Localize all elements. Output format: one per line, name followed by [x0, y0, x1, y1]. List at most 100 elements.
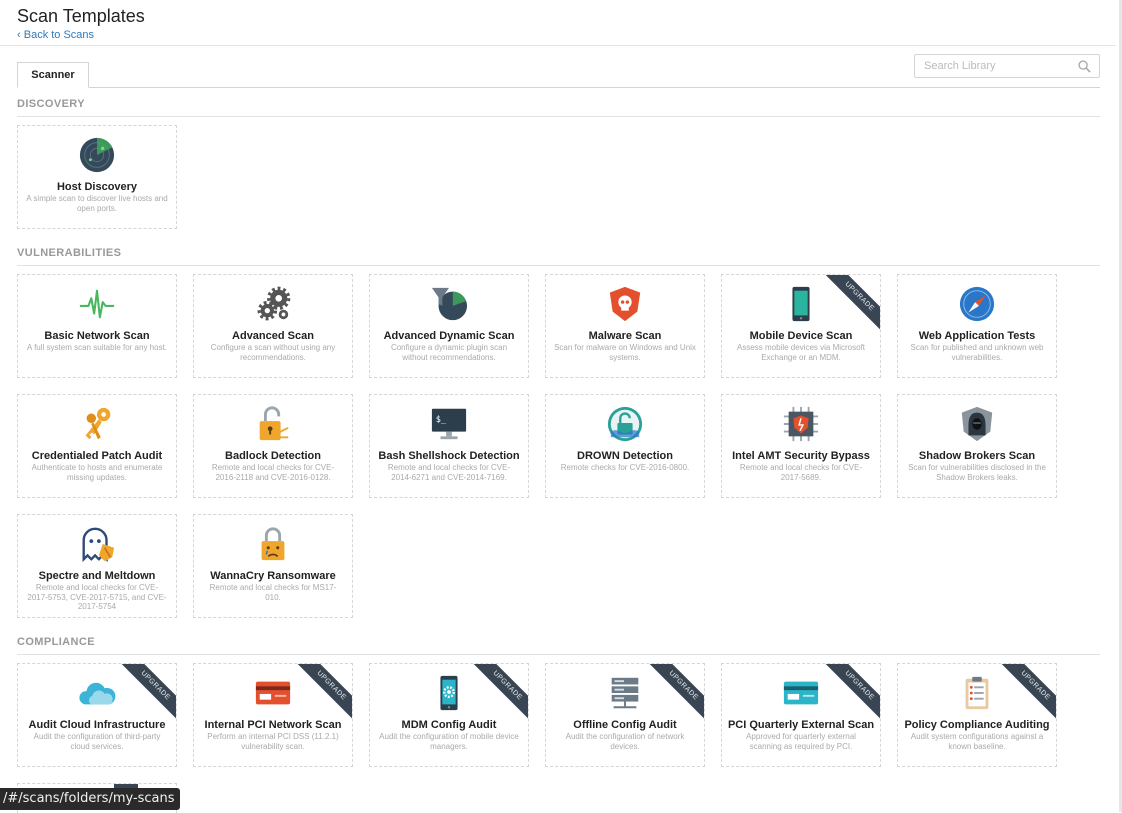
- ghost-shield-icon: [78, 525, 116, 563]
- template-card-web-application-tests[interactable]: Web Application Tests Scan for published…: [897, 274, 1057, 378]
- card-description: Audit the configuration of mobile device…: [379, 732, 519, 751]
- cloud-icon: [78, 674, 116, 712]
- template-card-pci-quarterly-external-scan[interactable]: UPGRADE PCI Quarterly External Scan Appr…: [721, 663, 881, 767]
- template-card-malware-scan[interactable]: Malware Scan Scan for malware on Windows…: [545, 274, 705, 378]
- template-card-mobile-device-scan[interactable]: UPGRADE Mobile Device Scan Assess mobile…: [721, 274, 881, 378]
- search-box[interactable]: [914, 54, 1100, 78]
- chip-icon: [782, 405, 820, 443]
- upgrade-ribbon: UPGRADE: [820, 275, 880, 335]
- card-description: A full system scan suitable for any host…: [26, 343, 168, 352]
- back-to-scans-link[interactable]: ‹ Back to Scans: [17, 29, 145, 41]
- card-title: Advanced Dynamic Scan: [383, 330, 515, 342]
- open-lock-icon: [254, 405, 292, 443]
- search-icon[interactable]: [1078, 60, 1091, 73]
- card-description: Scan for vulnerabilities disclosed in th…: [908, 463, 1046, 482]
- compass-icon: [958, 285, 996, 323]
- template-card-audit-cloud-infrastructure[interactable]: UPGRADE Audit Cloud Infrastructure Audit…: [17, 663, 177, 767]
- card-description: Remote and local checks for CVE-2016-211…: [211, 463, 335, 482]
- card-title: DROWN Detection: [577, 450, 673, 462]
- template-card-spectre-and-meltdown[interactable]: Spectre and Meltdown Remote and local ch…: [17, 514, 177, 618]
- upgrade-ribbon-label: UPGRADE: [821, 664, 880, 724]
- drown-lock-icon: [606, 405, 644, 443]
- clipboard-icon: [958, 674, 996, 712]
- card-description: Remote and local checks for CVE-2014-627…: [387, 463, 511, 482]
- upgrade-ribbon-label: UPGRADE: [117, 664, 176, 724]
- upgrade-ribbon-label: UPGRADE: [469, 664, 528, 724]
- search-input[interactable]: [922, 59, 1076, 73]
- template-card-policy-compliance-auditing[interactable]: UPGRADE Policy Compliance Auditing Audit…: [897, 663, 1057, 767]
- template-card-basic-network-scan[interactable]: Basic Network Scan A full system scan su…: [17, 274, 177, 378]
- card-title: Malware Scan: [588, 330, 662, 342]
- template-card-intel-amt-security-bypass[interactable]: Intel AMT Security Bypass Remote and loc…: [721, 394, 881, 498]
- card-title: Mobile Device Scan: [749, 330, 853, 342]
- template-card-badlock-detection[interactable]: Badlock Detection Remote and local check…: [193, 394, 353, 498]
- tab-divider: [17, 87, 1100, 88]
- credit-card-icon: [782, 674, 820, 712]
- status-bar-url: /#/scans/folders/my-scans: [0, 788, 180, 810]
- back-link-label: Back to Scans: [23, 29, 95, 41]
- template-card-internal-pci-network-scan[interactable]: UPGRADE Internal PCI Network Scan Perfor…: [193, 663, 353, 767]
- card-description: A simple scan to discover live hosts and…: [26, 194, 168, 213]
- chevron-left-icon: ‹: [17, 29, 24, 41]
- tab-scanner[interactable]: Scanner: [17, 62, 89, 88]
- card-description: Configure a dynamic plugin scan without …: [390, 343, 508, 362]
- section-title-compliance: COMPLIANCE: [17, 636, 95, 648]
- template-card-wannacry-ransomware[interactable]: WannaCry Ransomware Remote and local che…: [193, 514, 353, 618]
- card-title: Audit Cloud Infrastructure: [28, 719, 166, 731]
- header-divider: [0, 45, 1116, 46]
- upgrade-ribbon: UPGRADE: [644, 664, 704, 724]
- card-description: Authenticate to hosts and enumerate miss…: [31, 463, 163, 482]
- keys-icon: [78, 405, 116, 443]
- template-card-credentialed-patch-audit[interactable]: Credentialed Patch Audit Authenticate to…: [17, 394, 177, 498]
- card-description: Remote and local checks for MS17-010.: [209, 583, 337, 602]
- card-title: Host Discovery: [56, 181, 138, 193]
- upgrade-ribbon: UPGRADE: [292, 664, 352, 724]
- card-title: Policy Compliance Auditing: [904, 719, 1050, 731]
- filter-radar-icon: [430, 285, 468, 323]
- upgrade-ribbon-label: UPGRADE: [293, 664, 352, 724]
- section-title-discovery: DISCOVERY: [17, 98, 85, 110]
- gears-icon: [254, 285, 292, 323]
- card-description: Scan for malware on Windows and Unix sys…: [554, 343, 696, 362]
- card-title: PCI Quarterly External Scan: [727, 719, 875, 731]
- card-description: Remote checks for CVE-2016-0800.: [560, 463, 690, 472]
- card-title: Spectre and Meltdown: [38, 570, 156, 582]
- card-description: Audit the configuration of third-party c…: [33, 732, 161, 751]
- template-card-mdm-config-audit[interactable]: UPGRADE MDM Config Audit Audit the confi…: [369, 663, 529, 767]
- template-card-offline-config-audit[interactable]: UPGRADE Offline Config Audit Audit the c…: [545, 663, 705, 767]
- card-description: Assess mobile devices via Microsoft Exch…: [736, 343, 866, 362]
- phone-icon: [782, 285, 820, 323]
- upgrade-ribbon-label: UPGRADE: [821, 275, 880, 335]
- skull-shield-icon: [606, 285, 644, 323]
- upgrade-ribbon: UPGRADE: [468, 664, 528, 724]
- card-description: Scan for published and unknown web vulne…: [910, 343, 1044, 362]
- template-card-advanced-dynamic-scan[interactable]: Advanced Dynamic Scan Configure a dynami…: [369, 274, 529, 378]
- card-title: Basic Network Scan: [44, 330, 150, 342]
- card-title: Bash Shellshock Detection: [378, 450, 520, 462]
- card-description: Remote and local checks for CVE-2017-568…: [739, 463, 863, 482]
- card-description: Configure a scan without using any recom…: [210, 343, 336, 362]
- section-title-vulnerabilities: VULNERABILITIES: [17, 247, 122, 259]
- card-title: Advanced Scan: [232, 330, 314, 342]
- terminal-icon: $_: [430, 405, 468, 443]
- upgrade-ribbon-label: UPGRADE: [997, 664, 1056, 724]
- page-header: Scan Templates ‹ Back to Scans: [17, 6, 145, 41]
- card-title: WannaCry Ransomware: [210, 570, 336, 582]
- card-description: Perform an internal PCI DSS (11.2.1) vul…: [207, 732, 339, 751]
- upgrade-ribbon: UPGRADE: [996, 664, 1056, 724]
- upgrade-ribbon: UPGRADE: [820, 664, 880, 724]
- card-description: Audit the configuration of network devic…: [565, 732, 685, 751]
- phone-gear-icon: [430, 674, 468, 712]
- card-title: Shadow Brokers Scan: [918, 450, 1036, 462]
- template-card-bash-shellshock-detection[interactable]: $_ Bash Shellshock Detection Remote and …: [369, 394, 529, 498]
- card-title: Internal PCI Network Scan: [204, 719, 342, 731]
- upgrade-ribbon: UPGRADE: [116, 664, 176, 724]
- card-title: Intel AMT Security Bypass: [732, 450, 870, 462]
- template-card-advanced-scan[interactable]: Advanced Scan Configure a scan without u…: [193, 274, 353, 378]
- template-card-drown-detection[interactable]: DROWN Detection Remote checks for CVE-20…: [545, 394, 705, 498]
- template-card-host-discovery[interactable]: Host Discovery A simple scan to discover…: [17, 125, 177, 229]
- server-stack-icon: [606, 674, 644, 712]
- template-card-shadow-brokers-scan[interactable]: Shadow Brokers Scan Scan for vulnerabili…: [897, 394, 1057, 498]
- hooded-figure-icon: [958, 405, 996, 443]
- section-divider: [17, 654, 1100, 655]
